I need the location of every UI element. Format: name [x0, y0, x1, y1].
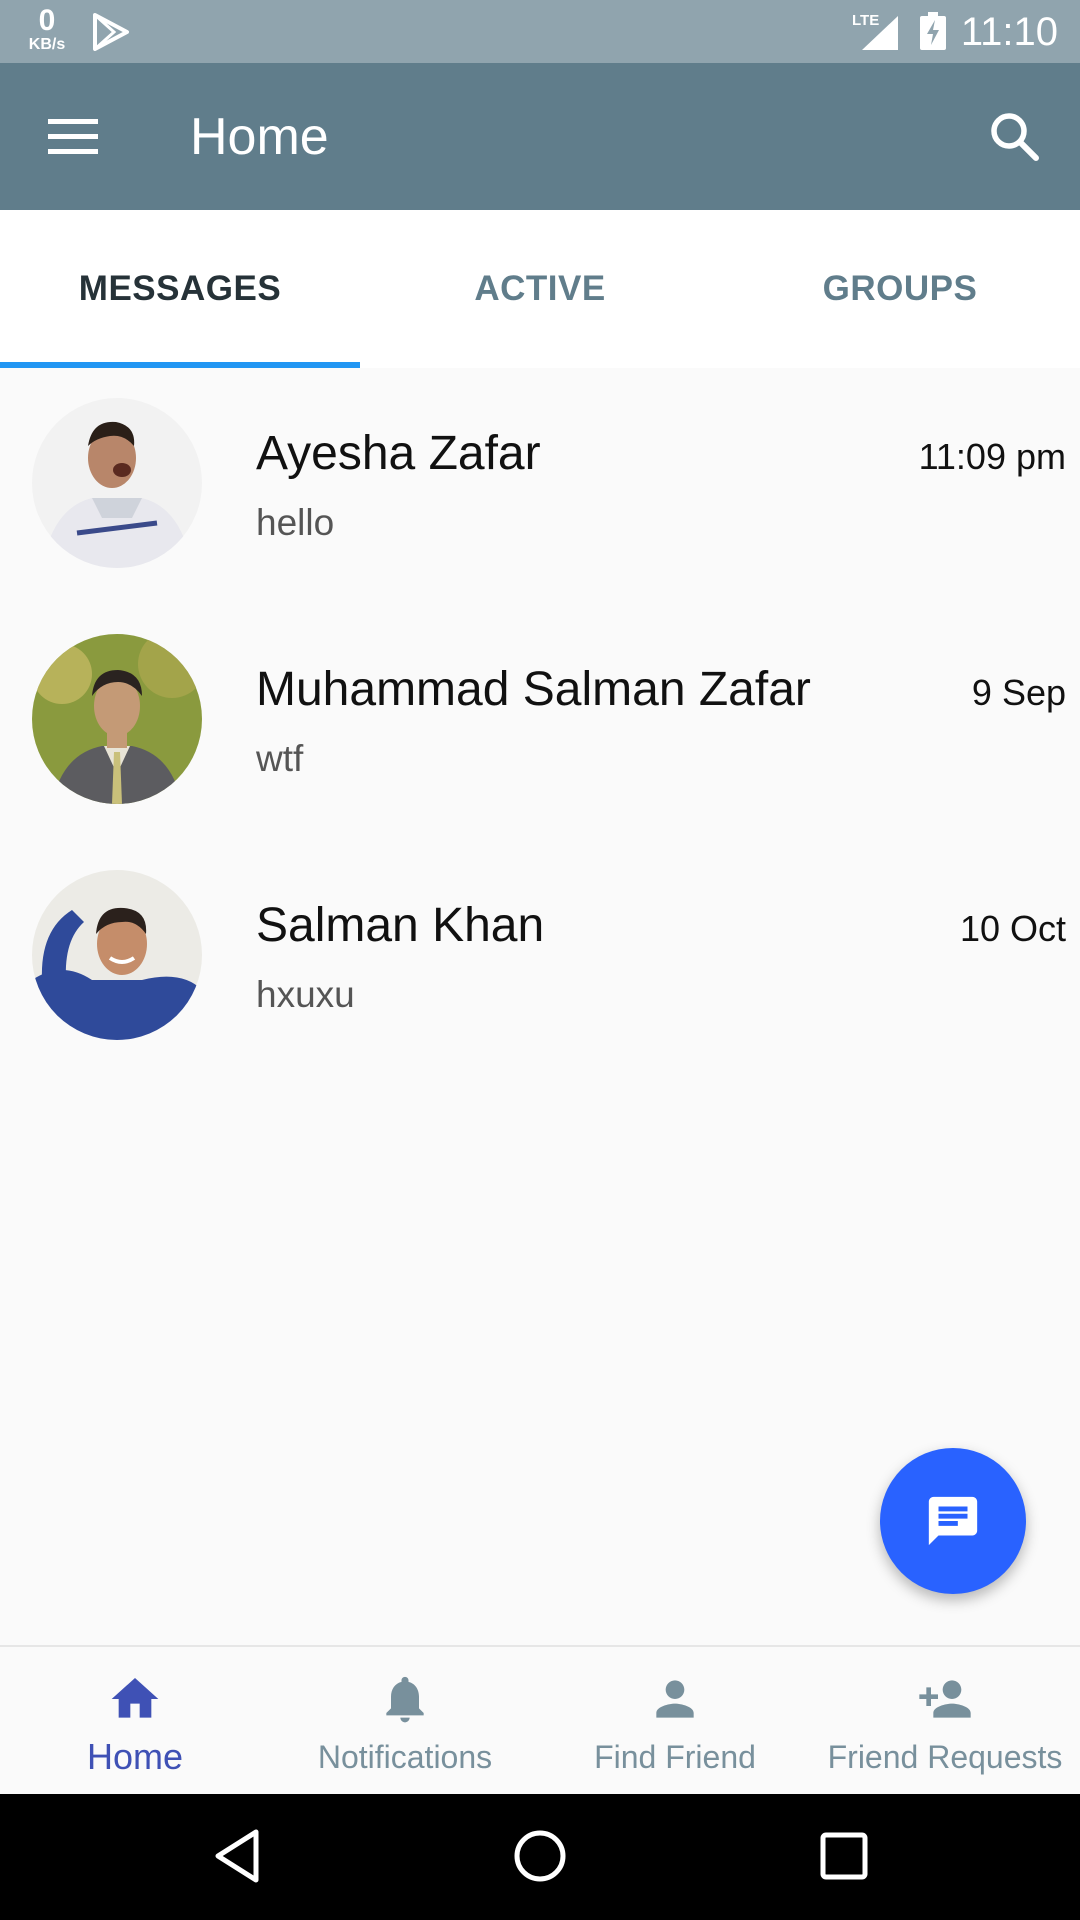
chat-list-item[interactable]: Muhammad Salman Zafar wtf 9 Sep: [0, 604, 1080, 840]
chat-timestamp: 10 Oct: [959, 908, 1066, 949]
nav-item-home[interactable]: Home: [0, 1647, 270, 1794]
chat-list: Ayesha Zafar hello 11:09 pm Muhammad Sal…: [0, 368, 1080, 1076]
nav-label-notifications: Notifications: [317, 1739, 493, 1775]
nav-item-notifications[interactable]: Notifications: [270, 1647, 540, 1794]
chat-last-message: hxuxu: [256, 974, 355, 1015]
nav-label-friend-requests: Friend Requests: [827, 1739, 1063, 1775]
chat-last-message: wtf: [256, 738, 304, 779]
page-title: Home: [190, 108, 329, 166]
network-type: LTE: [852, 12, 879, 29]
tab-active[interactable]: ACTIVE: [360, 210, 720, 368]
app-bar: Home: [0, 63, 1080, 210]
home-circle-icon[interactable]: [512, 1828, 568, 1884]
nav-label-find-friend: Find Friend: [594, 1739, 756, 1775]
recents-icon[interactable]: [818, 1828, 870, 1884]
home-icon: [111, 1678, 159, 1718]
tab-messages[interactable]: MESSAGES: [0, 210, 360, 368]
bottom-navigation: Home Notifications Find Friend Friend Re…: [0, 1645, 1080, 1794]
message-icon: [928, 1496, 978, 1546]
search-icon[interactable]: [988, 110, 1042, 164]
clock: 11:10: [960, 10, 1058, 54]
tab-bar: MESSAGES ACTIVE GROUPS: [0, 210, 1080, 368]
back-icon[interactable]: [212, 1828, 262, 1884]
lte-signal-icon: LTE: [852, 12, 898, 50]
person-add-icon: [919, 1680, 971, 1718]
nav-label-home: Home: [86, 1736, 184, 1777]
play-store-icon: [93, 13, 129, 51]
chat-name: Salman Khan: [256, 899, 545, 952]
chat-name: Muhammad Salman Zafar: [256, 663, 811, 716]
network-speed: 0 KB/s: [22, 6, 72, 53]
status-bar: 0 KB/s LTE 11:10: [0, 0, 1080, 63]
chat-last-message: hello: [256, 502, 335, 543]
chat-list-item[interactable]: Ayesha Zafar hello 11:09 pm: [0, 368, 1080, 604]
chat-timestamp: 11:09 pm: [918, 436, 1066, 477]
chat-timestamp: 9 Sep: [971, 672, 1066, 713]
avatar[interactable]: [32, 870, 202, 1040]
network-speed-value: 0: [38, 4, 56, 37]
bell-icon: [386, 1676, 424, 1723]
chat-list-item[interactable]: Salman Khan hxuxu 10 Oct: [0, 840, 1080, 1076]
person-icon: [656, 1680, 694, 1718]
tab-groups[interactable]: GROUPS: [720, 210, 1080, 368]
nav-item-friend-requests[interactable]: Friend Requests: [810, 1647, 1080, 1794]
network-speed-unit: KB/s: [28, 36, 66, 53]
chat-name: Ayesha Zafar: [256, 427, 541, 480]
battery-charging-icon: [920, 12, 946, 50]
nav-item-find-friend[interactable]: Find Friend: [540, 1647, 810, 1794]
new-message-button[interactable]: [880, 1448, 1026, 1594]
menu-icon[interactable]: [46, 117, 100, 157]
avatar[interactable]: [32, 634, 202, 804]
system-navigation-bar: [0, 1794, 1080, 1920]
avatar[interactable]: [32, 398, 202, 568]
